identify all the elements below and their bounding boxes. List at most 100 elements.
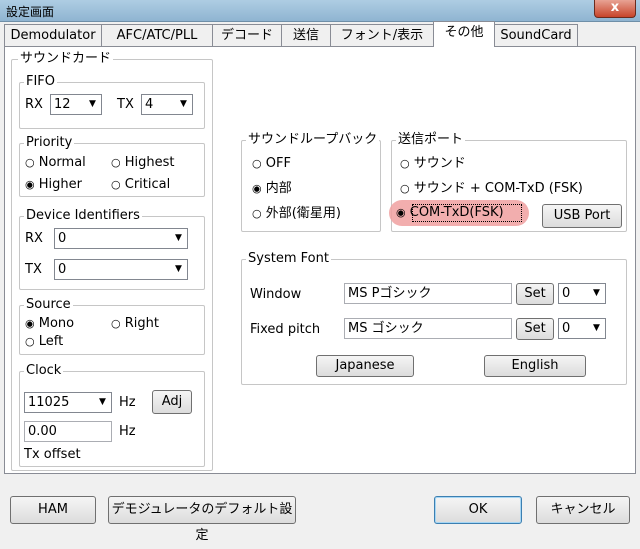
fifo-group: FIFO RX 12 ▼ TX 4 ▼: [19, 75, 205, 129]
tab-other[interactable]: その他: [433, 21, 495, 47]
window-font-label: Window: [250, 287, 302, 302]
tab-demodulator[interactable]: Demodulator: [4, 24, 102, 46]
radio-empty-icon: ○: [25, 335, 35, 348]
tx-offset-label: Tx offset: [24, 447, 81, 462]
fifo-rx-value: 12: [54, 97, 71, 112]
fifo-rx-label: RX: [25, 97, 43, 112]
tab-soundcard[interactable]: SoundCard: [494, 24, 578, 46]
window-font-size-combo[interactable]: 0 ▼: [558, 283, 606, 304]
fifo-tx-combo[interactable]: 4 ▼: [141, 94, 193, 115]
radio-empty-icon: ○: [111, 317, 121, 330]
device-rx-value: 0: [58, 231, 67, 246]
tab-transmit[interactable]: 送信: [281, 24, 331, 46]
ok-button[interactable]: OK: [434, 496, 522, 524]
sound-loopback-group: サウンドループバック ○ OFF ◉ 内部 ○ 外部(衛星用): [241, 133, 381, 232]
source-legend: Source: [24, 297, 73, 312]
source-group: Source ◉ Mono ○ Right ○ Left: [19, 298, 205, 355]
radio-empty-icon: ○: [111, 156, 121, 169]
close-button[interactable]: x: [594, 0, 636, 18]
fifo-tx-label: TX: [117, 97, 134, 112]
tab-decode[interactable]: デコード: [212, 24, 282, 46]
tab-font-display[interactable]: フォント/表示: [330, 24, 434, 46]
chevron-down-icon[interactable]: ▼: [589, 285, 604, 302]
chevron-down-icon[interactable]: ▼: [176, 96, 191, 113]
ham-button[interactable]: HAM: [10, 496, 96, 524]
tx-port-sound-com-radio[interactable]: ○ サウンド + COM-TxD (FSK): [400, 181, 583, 197]
title-bar: 設定画面 x: [0, 0, 640, 22]
close-icon: x: [610, 0, 620, 15]
priority-critical-radio[interactable]: ○ Critical: [111, 177, 170, 193]
clock-group: Clock 11025 ▼ Hz Adj 0.00 Hz Tx offset: [19, 364, 205, 467]
device-rx-label: RX: [25, 231, 43, 246]
radio-empty-icon: ○: [111, 178, 121, 191]
clock-combo[interactable]: 11025 ▼: [24, 392, 112, 413]
fixed-font-value: MS ゴシック: [348, 321, 424, 336]
english-button[interactable]: English: [484, 355, 586, 377]
source-mono-radio[interactable]: ◉ Mono: [25, 316, 74, 332]
chevron-down-icon[interactable]: ▼: [589, 320, 604, 337]
radio-empty-icon: ○: [252, 157, 262, 170]
system-font-legend: System Font: [246, 251, 331, 266]
tx-offset-unit: Hz: [119, 424, 136, 439]
radio-selected-icon: ◉: [25, 178, 35, 191]
tab-afc-atc-pll[interactable]: AFC/ATC/PLL: [101, 24, 213, 46]
chevron-down-icon[interactable]: ▼: [171, 230, 186, 247]
loopback-internal-radio[interactable]: ◉ 内部: [252, 181, 292, 197]
fifo-rx-combo[interactable]: 12 ▼: [50, 94, 102, 115]
radio-empty-icon: ○: [400, 157, 410, 170]
window-font-size-value: 0: [562, 286, 571, 301]
system-font-group: System Font Window MS Pゴシック Set 0 ▼ Fixe…: [241, 252, 627, 385]
radio-selected-icon: ◉: [25, 317, 35, 330]
japanese-button[interactable]: Japanese: [316, 355, 414, 377]
device-tx-value: 0: [58, 262, 67, 277]
device-tx-label: TX: [25, 262, 42, 277]
clock-unit: Hz: [119, 395, 136, 410]
tx-offset-value: 0.00: [28, 424, 57, 439]
tab-panel: サウンドカード FIFO RX 12 ▼ TX 4 ▼ Priority ○ N…: [4, 46, 636, 474]
tx-port-legend: 送信ポート: [396, 132, 466, 147]
window-title: 設定画面: [6, 5, 55, 19]
fixed-font-size-combo[interactable]: 0 ▼: [558, 318, 606, 339]
chevron-down-icon[interactable]: ▼: [95, 394, 110, 411]
chevron-down-icon[interactable]: ▼: [85, 96, 100, 113]
fixed-font-size-value: 0: [562, 321, 571, 336]
usb-port-button[interactable]: USB Port: [542, 204, 622, 228]
device-identifiers-group: Device Identifiers RX 0 ▼ TX 0 ▼: [19, 209, 205, 290]
priority-highest-radio[interactable]: ○ Highest: [111, 155, 175, 171]
cancel-button[interactable]: キャンセル: [536, 496, 630, 524]
priority-higher-radio[interactable]: ◉ Higher: [25, 177, 82, 193]
default-settings-button[interactable]: デモジュレータのデフォルト設定: [108, 496, 296, 543]
tx-port-sound-radio[interactable]: ○ サウンド: [400, 156, 466, 172]
radio-selected-icon: ◉: [252, 182, 262, 195]
adj-button[interactable]: Adj: [152, 390, 192, 414]
device-rx-combo[interactable]: 0 ▼: [54, 228, 188, 249]
fifo-legend: FIFO: [24, 74, 58, 89]
radio-selected-icon: ◉: [396, 206, 406, 219]
priority-legend: Priority: [24, 135, 75, 150]
source-left-radio[interactable]: ○ Left: [25, 334, 63, 350]
window-font-set-button[interactable]: Set: [516, 283, 554, 305]
sound-card-group: サウンドカード FIFO RX 12 ▼ TX 4 ▼ Priority ○ N…: [11, 52, 213, 471]
fixed-font-label: Fixed pitch: [250, 322, 321, 337]
priority-group: Priority ○ Normal ○ Highest ◉ Higher ○ C…: [19, 136, 205, 197]
window-font-input[interactable]: MS Pゴシック: [344, 283, 512, 304]
loopback-external-radio[interactable]: ○ 外部(衛星用): [252, 206, 341, 222]
window-font-value: MS Pゴシック: [348, 286, 432, 301]
sound-card-legend: サウンドカード: [18, 51, 114, 66]
fixed-font-input[interactable]: MS ゴシック: [344, 318, 512, 339]
priority-normal-radio[interactable]: ○ Normal: [25, 155, 86, 171]
chevron-down-icon[interactable]: ▼: [171, 261, 186, 278]
radio-empty-icon: ○: [400, 182, 410, 195]
radio-empty-icon: ○: [25, 156, 35, 169]
tx-offset-input[interactable]: 0.00: [24, 421, 112, 442]
fixed-font-set-button[interactable]: Set: [516, 318, 554, 340]
loopback-off-radio[interactable]: ○ OFF: [252, 156, 291, 172]
device-tx-combo[interactable]: 0 ▼: [54, 259, 188, 280]
fifo-tx-value: 4: [145, 97, 154, 112]
device-identifiers-legend: Device Identifiers: [24, 208, 142, 223]
clock-legend: Clock: [24, 363, 64, 378]
source-right-radio[interactable]: ○ Right: [111, 316, 159, 332]
clock-value: 11025: [28, 395, 70, 410]
focus-rectangle: [412, 204, 522, 222]
sound-loopback-legend: サウンドループバック: [246, 132, 380, 147]
